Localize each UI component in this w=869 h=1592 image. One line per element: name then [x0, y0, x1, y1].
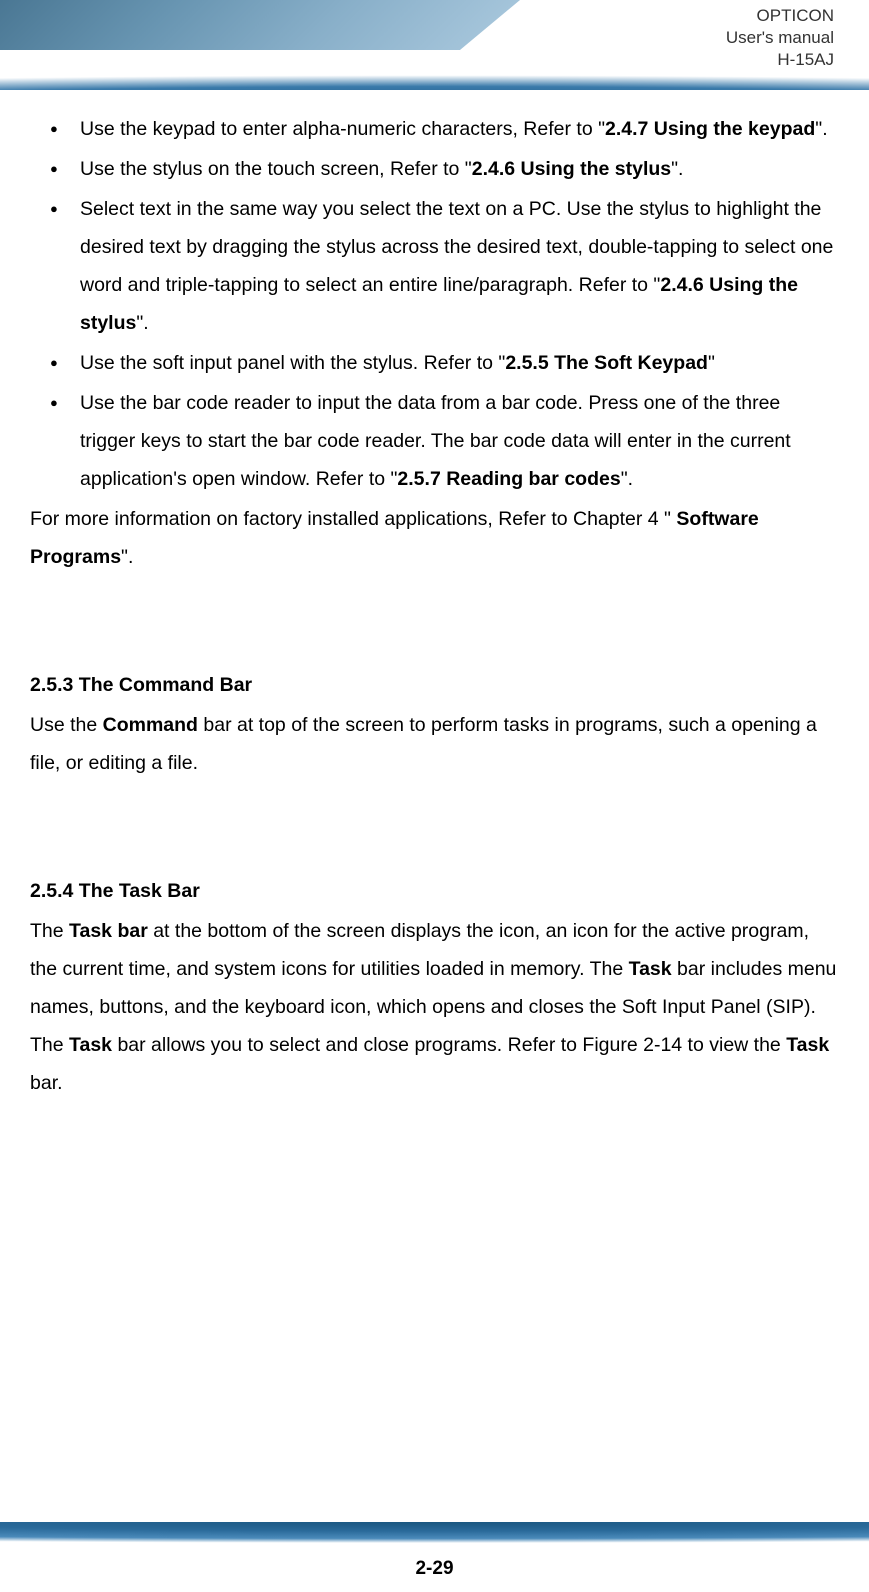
bold-term: Command: [103, 714, 198, 736]
brand-name: OPTICON: [726, 5, 834, 27]
body-seg: bar.: [30, 1072, 63, 1094]
bold-term: Task bar: [69, 920, 148, 942]
bullet-text-post: ".: [136, 312, 148, 334]
bullet-text-post: ": [708, 352, 715, 374]
footer-decoration: [0, 1522, 869, 1547]
section-heading-253: 2.5.3 The Command Bar: [30, 666, 839, 704]
list-item: Select text in the same way you select t…: [30, 190, 839, 342]
cross-reference: 2.5.7 Reading bar codes: [397, 468, 620, 490]
section-body-254: The Task bar at the bottom of the screen…: [30, 912, 839, 1102]
bullet-text-post: ".: [815, 118, 827, 140]
bullet-text-post: ".: [621, 468, 633, 490]
bold-term: Task: [69, 1034, 112, 1056]
list-item: Use the bar code reader to input the dat…: [30, 384, 839, 498]
section-body-253: Use the Command bar at top of the screen…: [30, 706, 839, 782]
page-content: Use the keypad to enter alpha-numeric ch…: [0, 95, 869, 1102]
bullet-text-pre: Use the soft input panel with the stylus…: [80, 352, 505, 374]
list-item: Use the keypad to enter alpha-numeric ch…: [30, 110, 839, 148]
bold-term: Task: [786, 1034, 829, 1056]
bullet-list: Use the keypad to enter alpha-numeric ch…: [30, 110, 839, 498]
body-seg: bar allows you to select and close progr…: [112, 1034, 786, 1056]
paragraph: For more information on factory installe…: [30, 500, 839, 576]
cross-reference: 2.4.7 Using the keypad: [605, 118, 815, 140]
bullet-text-post: ".: [671, 158, 683, 180]
para-text-post: ".: [121, 546, 133, 568]
header-text-block: OPTICON User's manual H-15AJ: [726, 5, 834, 71]
cross-reference: 2.4.6 Using the stylus: [472, 158, 671, 180]
section-heading-254: 2.5.4 The Task Bar: [30, 872, 839, 910]
bullet-text-pre: Use the stylus on the touch screen, Refe…: [80, 158, 472, 180]
body-seg: Use the: [30, 714, 103, 736]
model-number: H-15AJ: [726, 49, 834, 71]
cross-reference: 2.5.5 The Soft Keypad: [505, 352, 708, 374]
header-decoration: OPTICON User's manual H-15AJ: [0, 0, 869, 95]
bullet-text-pre: Use the keypad to enter alpha-numeric ch…: [80, 118, 605, 140]
page-number: 2-29: [0, 1558, 869, 1580]
para-text-pre: For more information on factory installe…: [30, 508, 676, 530]
bold-term: Task: [629, 958, 672, 980]
list-item: Use the stylus on the touch screen, Refe…: [30, 150, 839, 188]
doc-type: User's manual: [726, 27, 834, 49]
list-item: Use the soft input panel with the stylus…: [30, 344, 839, 382]
body-seg: The: [30, 920, 69, 942]
